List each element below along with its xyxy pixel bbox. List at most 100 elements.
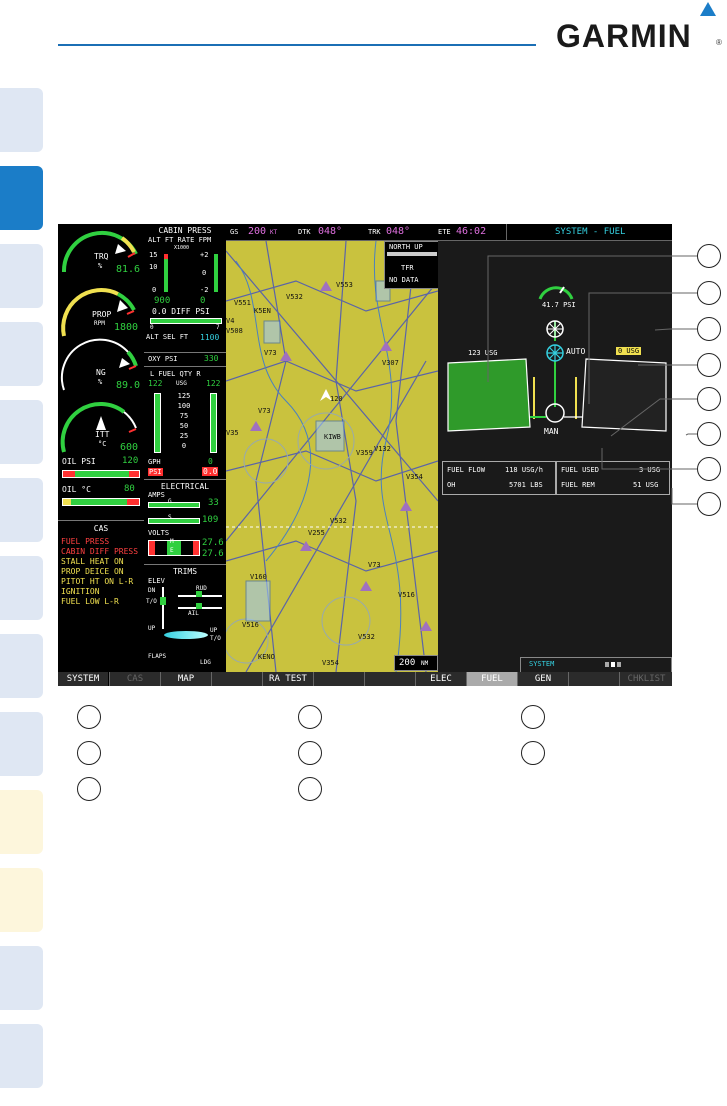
map-label: V73 — [258, 407, 271, 415]
map-label: V508 — [226, 327, 243, 335]
callout-right-7 — [697, 457, 721, 481]
fuel-scale-tick: 125 — [177, 392, 191, 400]
volts-top-value: 27.6 — [202, 538, 224, 548]
softkey-map[interactable]: MAP — [160, 672, 211, 686]
volts-marker-e: E — [170, 547, 174, 554]
softkey-fuel-active[interactable]: FUEL — [466, 672, 517, 686]
page-dot-3 — [617, 662, 621, 667]
nav-map[interactable]: V551 V532 V553 V4 V508 K5EN V73 V307 120 V73 V132 V… — [226, 241, 438, 672]
fuel-synoptic-graphics — [447, 286, 667, 432]
callout-bottom-6 — [298, 777, 322, 801]
amps-bottom-value: 109 — [202, 515, 219, 525]
trim-up2-label: UP — [210, 627, 218, 634]
callout-right-5 — [697, 387, 721, 411]
fuel-pump-icon — [546, 320, 564, 338]
chapter-tab-3[interactable] — [0, 244, 43, 308]
fuel-psi-value: 0.0 — [202, 467, 219, 476]
alt-sel-label: ALT SEL FT — [146, 333, 189, 341]
system-group-label: SYSTEM — [529, 660, 555, 668]
oxy-row: OXY PSI 330 — [144, 352, 226, 365]
oxy-value: 330 — [204, 354, 219, 363]
callout-bottom-5 — [298, 741, 322, 765]
map-label: V73 — [368, 561, 381, 569]
gs-value: 200 — [248, 226, 267, 237]
callout-bottom-8 — [521, 741, 545, 765]
fuel-scale-tick: 25 — [179, 432, 189, 440]
elev-trim-scale — [160, 587, 166, 629]
chapter-tab-6[interactable] — [0, 478, 43, 542]
softkey-cas[interactable]: CAS — [109, 672, 160, 686]
map-label: V4 — [226, 317, 235, 325]
amps-marker-s: S — [168, 514, 172, 521]
map-range-unit: NM — [421, 660, 429, 667]
page-title: SYSTEM - FUEL — [555, 227, 626, 237]
fuel-scale-tick: 50 — [179, 422, 189, 430]
softkey-system[interactable]: SYSTEM — [58, 672, 108, 686]
trq-label: TRQ — [94, 252, 109, 261]
fuel-rem-value: 51 USG — [633, 481, 659, 489]
map-label: V73 — [264, 349, 277, 357]
gs-label: GS — [230, 228, 239, 236]
softkey-11[interactable] — [568, 672, 619, 686]
fuel-pressure: 41.7 PSI — [542, 301, 576, 309]
chapter-tab-10[interactable] — [0, 790, 43, 854]
map-label: K5EN — [254, 307, 271, 315]
fuel-scale-tick: 75 — [179, 412, 189, 420]
chapter-tab-1[interactable] — [0, 88, 43, 152]
chapter-tab-8[interactable] — [0, 634, 43, 698]
header-rule — [58, 44, 536, 46]
callout-right-3 — [697, 317, 721, 341]
map-label: V516 — [398, 591, 415, 599]
cas-title: CAS — [93, 524, 109, 533]
callout-right-1 — [697, 244, 721, 268]
softkey-ra-test[interactable]: RA TEST — [262, 672, 313, 686]
itt-value: 600 — [120, 442, 139, 453]
eis-engine-column: TRQ % 81.6 PROP RPM 1800 NG % 89.0 ITT °… — [58, 224, 145, 672]
trk-value: 048° — [386, 226, 411, 237]
cabin-alt-tick-15: 15 — [149, 251, 158, 259]
map-range-box[interactable]: 200 NM — [394, 655, 438, 671]
registered-mark: ® — [716, 38, 722, 47]
cabin-title: CABIN PRESS — [158, 226, 212, 235]
trq-value: 81.6 — [116, 264, 141, 275]
map-label: V35 — [226, 429, 239, 437]
chapter-tab-4[interactable] — [0, 322, 43, 386]
map-label: V255 — [308, 529, 325, 537]
softkey-7[interactable] — [364, 672, 415, 686]
softkey-gen[interactable]: GEN — [517, 672, 568, 686]
chapter-tab-9[interactable] — [0, 712, 43, 776]
tfr-label: TFR — [401, 264, 414, 272]
callout-bottom-2 — [77, 741, 101, 765]
callout-bottom-3 — [77, 777, 101, 801]
oil-temp-bar — [62, 498, 140, 506]
page-dot-1 — [605, 662, 609, 667]
softkey-6[interactable] — [313, 672, 364, 686]
electrical-box: ELECTRICAL AMPS G 33 S 109 VOLTS M E 27.… — [144, 479, 226, 565]
chapter-tab-12[interactable] — [0, 946, 43, 1010]
chapter-tab-13[interactable] — [0, 1024, 43, 1088]
gs-unit: KT — [270, 229, 278, 236]
amps-marker-g: G — [168, 498, 172, 505]
cabin-diff-label: 0.0 DIFF PSI — [152, 307, 210, 316]
fuel-gph-label: GPH — [148, 458, 161, 466]
trim-ail-label: AIL — [188, 610, 199, 617]
chapter-tab-11[interactable] — [0, 868, 43, 932]
softkey-elec[interactable]: ELEC — [415, 672, 466, 686]
oil-c-value: 80 — [124, 484, 135, 494]
chapter-tab-2-active[interactable] — [0, 166, 43, 230]
softkey-4[interactable] — [211, 672, 262, 686]
chapter-tab-5[interactable] — [0, 400, 43, 464]
map-label: V553 — [336, 281, 353, 289]
chapter-tab-7[interactable] — [0, 556, 43, 620]
cabin-rate-tick-down: -2 — [200, 286, 209, 294]
fuel-gph-value: 0 — [208, 457, 213, 466]
fuel-psi-label: PSI — [148, 468, 163, 476]
oil-c-label: OIL °C — [62, 485, 91, 494]
ng-unit: % — [98, 378, 103, 386]
callout-right-6 — [697, 422, 721, 446]
amps-bar-bottom — [148, 518, 200, 524]
fuel-scale-tick: 0 — [181, 442, 187, 450]
cabin-rate-tick-zero: 0 — [202, 269, 207, 277]
softkey-chklist[interactable]: CHKLIST — [619, 672, 672, 686]
callout-right-4 — [697, 353, 721, 377]
